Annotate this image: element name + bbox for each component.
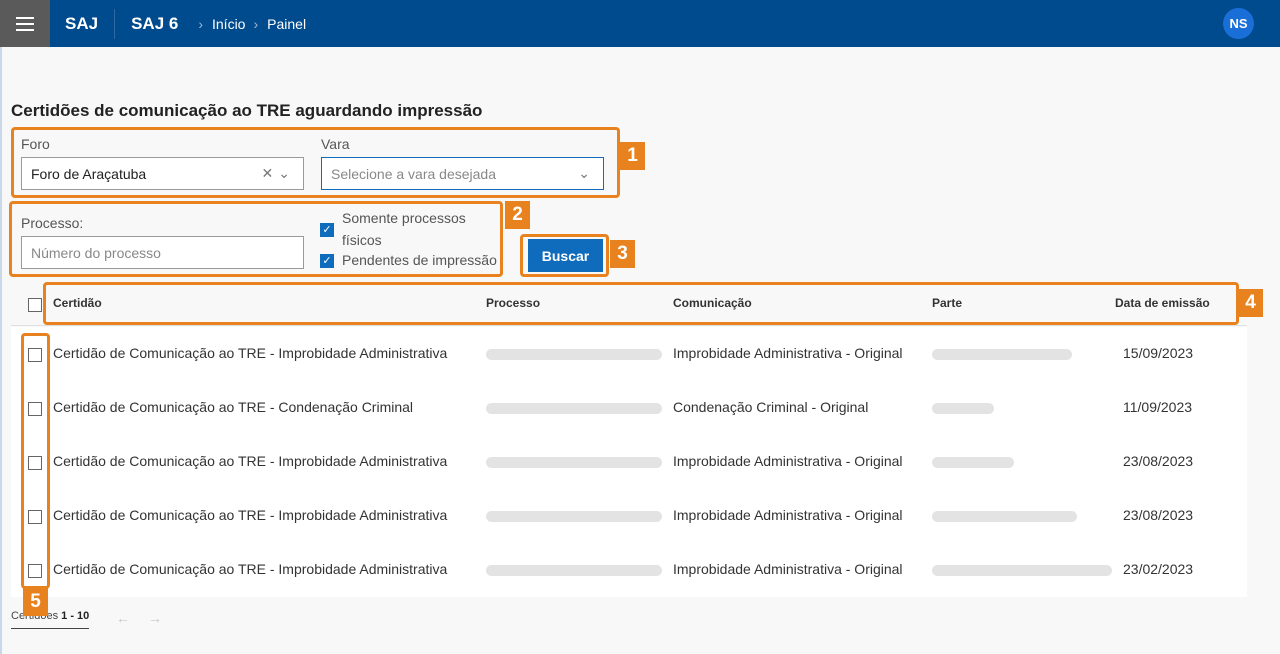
redacted-processo: [486, 565, 662, 576]
table-row[interactable]: Certidão de Comunicação ao TRE - Improbi…: [11, 327, 1247, 381]
annotation-box-2: [9, 201, 503, 277]
cell-comunicacao: Improbidade Administrativa - Original: [673, 507, 903, 523]
annotation-box-5: [21, 333, 50, 589]
redacted-parte: [932, 457, 1014, 468]
table-row[interactable]: Certidão de Comunicação ao TRE - Condena…: [11, 381, 1247, 435]
annotation-badge-2: 2: [505, 201, 530, 229]
annotation-badge-5: 5: [23, 588, 48, 616]
top-bar: SAJ SAJ 6 › Início › Painel NS: [0, 0, 1280, 47]
cell-certidao[interactable]: Certidão de Comunicação ao TRE - Improbi…: [53, 561, 447, 577]
redacted-parte: [932, 349, 1072, 360]
user-avatar[interactable]: NS: [1223, 8, 1254, 39]
prev-page-arrow-icon[interactable]: ←: [116, 610, 130, 626]
annotation-box-1: [11, 127, 620, 198]
annotation-badge-4: 4: [1238, 289, 1263, 317]
next-page-arrow-icon[interactable]: →: [148, 610, 162, 626]
cell-comunicacao: Improbidade Administrativa - Original: [673, 561, 903, 577]
left-border: [0, 47, 2, 654]
annotation-badge-3: 3: [610, 240, 635, 268]
cell-data: 23/08/2023: [1123, 453, 1194, 469]
cell-data: 23/08/2023: [1123, 507, 1194, 523]
annotation-box-4: [43, 282, 1239, 325]
breadcrumb: › Início › Painel: [190, 16, 306, 32]
chevron-right-icon: ›: [198, 15, 203, 32]
redacted-processo: [486, 403, 662, 414]
table-body: Certidão de Comunicação ao TRE - Improbi…: [11, 327, 1247, 597]
redacted-processo: [486, 349, 662, 360]
cell-certidao[interactable]: Certidão de Comunicação ao TRE - Improbi…: [53, 507, 447, 523]
table-row[interactable]: Certidão de Comunicação ao TRE - Improbi…: [11, 435, 1247, 489]
cell-data: 23/02/2023: [1123, 561, 1194, 577]
select-all-checkbox[interactable]: [28, 298, 42, 312]
table-row[interactable]: Certidão de Comunicação ao TRE - Improbi…: [11, 489, 1247, 543]
header-divider: [114, 8, 116, 39]
redacted-parte: [932, 403, 994, 414]
pagination-range: 1 - 10: [61, 610, 90, 622]
cell-data: 11/09/2023: [1123, 399, 1193, 415]
cell-certidao[interactable]: Certidão de Comunicação ao TRE - Improbi…: [53, 453, 447, 469]
page-title: Certidões de comunicação ao TRE aguardan…: [11, 101, 483, 120]
hamburger-menu-icon[interactable]: [0, 0, 50, 47]
annotation-badge-1: 1: [620, 142, 645, 170]
brand-logo[interactable]: SAJ: [65, 14, 98, 34]
cell-comunicacao: Improbidade Administrativa - Original: [673, 345, 903, 361]
cell-certidao[interactable]: Certidão de Comunicação ao TRE - Condena…: [53, 399, 413, 415]
cell-comunicacao: Improbidade Administrativa - Original: [673, 453, 903, 469]
redacted-processo: [486, 457, 662, 468]
redacted-parte: [932, 511, 1077, 522]
header-divider-line: [11, 325, 1247, 326]
breadcrumb-inicio[interactable]: Início: [212, 16, 245, 32]
annotation-box-3: [520, 234, 609, 277]
table-row[interactable]: Certidão de Comunicação ao TRE - Improbi…: [11, 543, 1247, 597]
cell-comunicacao: Condenação Criminal - Original: [673, 399, 869, 415]
cell-certidao[interactable]: Certidão de Comunicação ao TRE - Improbi…: [53, 345, 447, 361]
cell-data: 15/09/2023: [1123, 345, 1194, 361]
redacted-parte: [932, 565, 1112, 576]
redacted-processo: [486, 511, 662, 522]
product-name[interactable]: SAJ 6: [131, 14, 178, 34]
breadcrumb-painel[interactable]: Painel: [267, 16, 306, 32]
chevron-right-icon: ›: [253, 15, 259, 32]
